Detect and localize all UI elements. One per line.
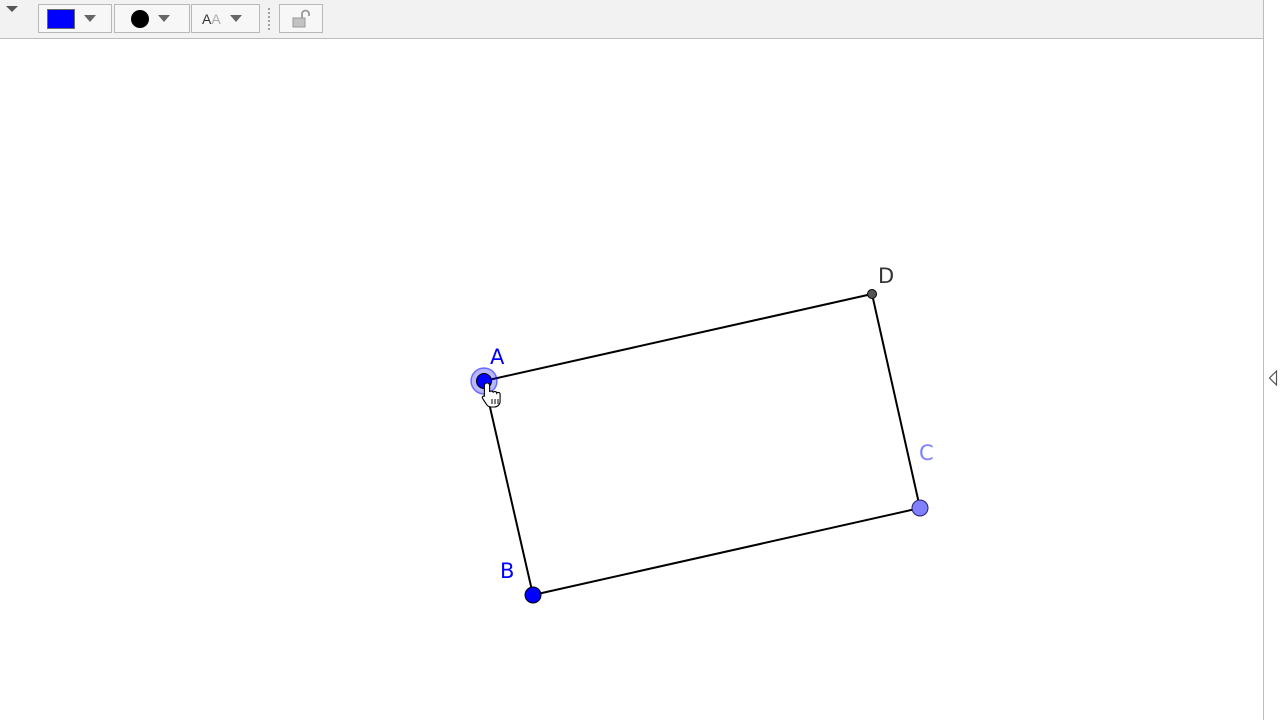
style-bar-menu-toggle[interactable] <box>4 4 20 16</box>
geometry-canvas[interactable]: A B C D <box>0 40 1263 720</box>
triangle-left-icon[interactable] <box>1268 370 1278 386</box>
fix-object-button[interactable] <box>279 4 323 33</box>
point-d[interactable] <box>867 289 877 299</box>
text-size-aa-icon: AA <box>202 12 221 26</box>
point-a-label: A <box>490 345 505 369</box>
aa-icon-letter-1: A <box>202 10 212 27</box>
point-b[interactable] <box>524 586 542 604</box>
point-style-button[interactable] <box>114 4 190 33</box>
label-style-button[interactable]: AA <box>191 4 260 33</box>
chevron-down-icon <box>229 15 242 22</box>
triangle-down-icon <box>6 6 18 12</box>
toolbar-separator <box>268 7 270 31</box>
point-d-label: D <box>878 264 894 288</box>
unlocked-padlock-icon <box>292 9 310 27</box>
point-b-label: B <box>500 559 514 583</box>
color-picker-button[interactable] <box>38 4 112 33</box>
aa-icon-letter-2: A <box>211 10 221 27</box>
segment-dc[interactable] <box>871 293 921 509</box>
chevron-down-icon <box>158 15 170 22</box>
side-panel-strip <box>1263 0 1280 720</box>
style-bar: AA <box>0 0 1263 39</box>
graphics-view[interactable]: A B C D <box>0 40 1263 720</box>
color-swatch <box>47 8 75 29</box>
segment-cb[interactable] <box>532 507 921 596</box>
segment-ad[interactable] <box>483 293 873 382</box>
point-c[interactable] <box>911 499 929 517</box>
filled-dot-icon <box>131 9 149 28</box>
chevron-down-icon <box>84 15 96 22</box>
point-c-label: C <box>919 441 934 465</box>
